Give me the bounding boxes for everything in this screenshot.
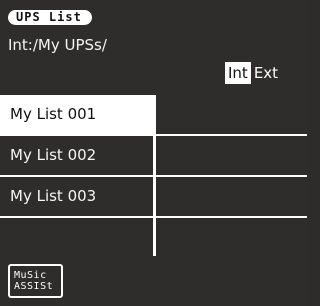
music-assist-label-line2: ASSISt bbox=[14, 281, 54, 292]
list-item-empty-cell bbox=[156, 177, 307, 216]
list-item[interactable]: My List 001 bbox=[0, 95, 153, 134]
storage-toggle[interactable]: Int Ext bbox=[225, 62, 281, 84]
screen-title: UPS List bbox=[8, 10, 92, 25]
list-row[interactable] bbox=[0, 218, 307, 257]
footer: MuSic ASSISt bbox=[0, 256, 307, 306]
list-item-empty-cell bbox=[156, 95, 307, 134]
current-path: Int:/My UPSs/ bbox=[8, 36, 107, 54]
list-row[interactable]: My List 002 bbox=[0, 136, 307, 175]
music-assist-button[interactable]: MuSic ASSISt bbox=[8, 264, 63, 298]
header: UPS List Int:/My UPSs/ Int Ext bbox=[0, 0, 307, 95]
list-item[interactable]: My List 003 bbox=[0, 177, 153, 216]
storage-option-ext[interactable]: Ext bbox=[251, 62, 281, 84]
ups-list-screen: UPS List Int:/My UPSs/ Int Ext My List 0… bbox=[0, 0, 307, 306]
list-row[interactable]: My List 003 bbox=[0, 177, 307, 216]
list-item-empty-cell bbox=[156, 136, 307, 175]
list-item[interactable] bbox=[0, 218, 153, 257]
list-item-empty-cell bbox=[156, 218, 307, 257]
ups-list: My List 001 My List 002 My List 003 bbox=[0, 95, 307, 257]
music-assist-label-line1: MuSic bbox=[14, 270, 47, 281]
list-row[interactable]: My List 001 bbox=[0, 95, 307, 134]
storage-option-int[interactable]: Int bbox=[225, 62, 251, 84]
list-item[interactable]: My List 002 bbox=[0, 136, 153, 175]
